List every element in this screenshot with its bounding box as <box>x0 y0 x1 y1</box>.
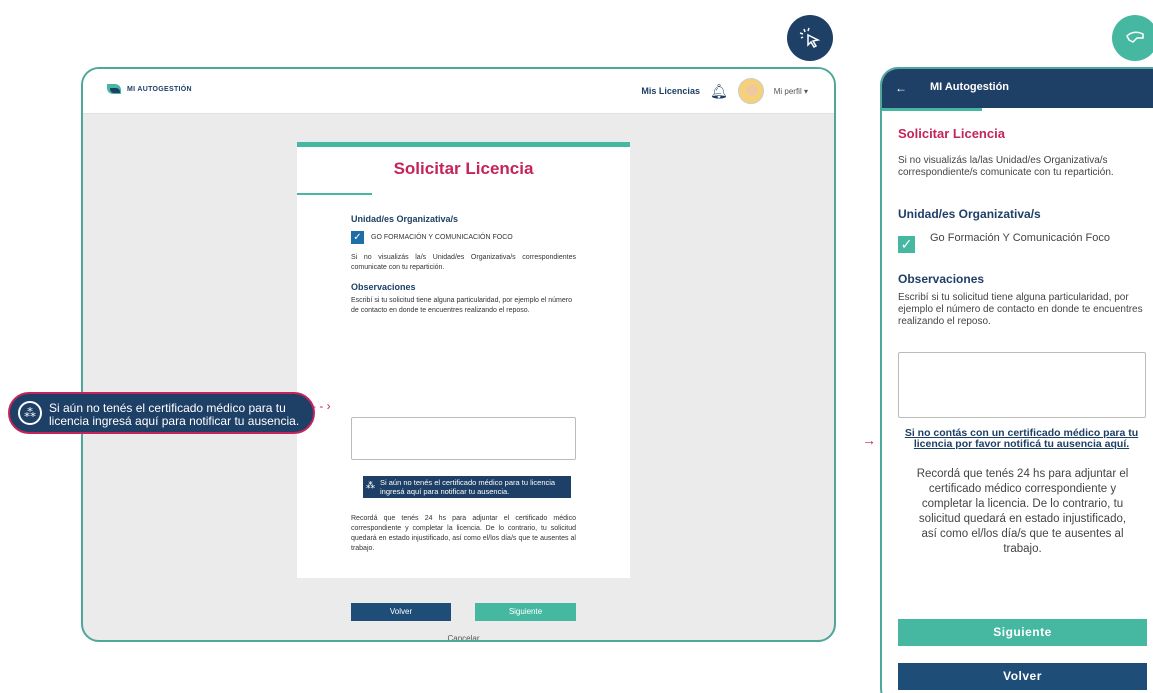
siguiente-button[interactable]: Siguiente <box>475 603 576 621</box>
volver-button[interactable]: Volver <box>351 603 451 621</box>
click-icon: ⁂ <box>366 480 375 490</box>
logo-mark-icon <box>107 84 121 94</box>
mobile-title: Solicitar Licencia <box>898 126 1005 141</box>
mobile-header-title: MI Autogestión <box>930 81 1010 93</box>
solicitar-card: Solicitar Licencia Unidad/es Organizativ… <box>297 142 630 640</box>
profile-menu[interactable]: Mi perfil ▾ <box>774 87 808 96</box>
callout-text: Si aún no tenés el certificado médico pa… <box>49 401 300 428</box>
hand-touch-icon <box>1112 15 1153 61</box>
mobile-unidad-note: Si no visualizás la/las Unidad/es Organi… <box>898 155 1114 178</box>
mobile-unidad-checkbox-label: Go Formación Y Comunicación Foco <box>930 232 1110 244</box>
banner-text: Si aún no tenés el certificado médico pa… <box>380 478 556 496</box>
mobile-siguiente-button[interactable]: Siguiente <box>898 619 1147 646</box>
observaciones-heading: Observaciones <box>351 282 416 292</box>
logo-text: MI AUTOGESTIÓN <box>127 85 192 93</box>
checkbox-checked-icon[interactable]: ✓ <box>898 236 915 253</box>
checkbox-checked-icon[interactable]: ✓ <box>351 231 364 244</box>
card-title: Solicitar Licencia <box>393 159 534 178</box>
profile-label: Mi perfil <box>773 86 802 96</box>
notificar-ausencia-link[interactable]: Si no contás con un certificado médico p… <box>900 428 1143 450</box>
chevron-down-icon: ▾ <box>803 86 808 96</box>
unidad-section: Unidad/es Organizativa/s ✓ GO FORMACIÓN … <box>351 214 576 316</box>
mobile-header: ← MI Autogestión <box>882 69 1153 108</box>
mobile-observaciones-help: Escribí si tu solicitud tiene alguna par… <box>898 292 1143 327</box>
mobile-volver-button[interactable]: Volver <box>898 663 1147 690</box>
avatar[interactable] <box>737 78 764 104</box>
unidad-note: Si no visualizás la/s Unidad/es Organiza… <box>351 254 576 271</box>
mobile-frame: ← MI Autogestión Solicitar Licencia Si n… <box>880 67 1153 693</box>
unidad-checkbox-label: GO FORMACIÓN Y COMUNICACIÓN FOCO <box>371 234 513 241</box>
click-icon: ⁂ <box>18 401 42 425</box>
top-bar: MI AUTOGESTIÓN Mis Licencias 🔔︎ Mi perfi… <box>83 69 834 114</box>
nav-mis-licencias[interactable]: Mis Licencias <box>641 86 700 96</box>
back-arrow-icon[interactable]: ← <box>895 81 907 95</box>
recuerda-text: Recordá que tenés 24 hs para adjuntar el… <box>351 515 576 552</box>
cancelar-link[interactable]: Cancelar <box>351 634 576 640</box>
unidad-heading: Unidad/es Organizativa/s <box>351 214 459 224</box>
mobile-observaciones-heading: Observaciones <box>898 272 985 286</box>
observaciones-textarea[interactable] <box>351 417 576 460</box>
top-right-nav: Mis Licencias 🔔︎ Mi perfil ▾ <box>641 78 808 104</box>
mobile-recuerda-text: Recordá que tenés 24 hs para adjuntar el… <box>916 468 1129 555</box>
header-underline <box>882 108 982 111</box>
title-underline <box>297 193 372 195</box>
bell-icon[interactable]: 🔔︎ <box>710 83 728 100</box>
cursor-click-icon <box>787 15 833 61</box>
observaciones-help: Escribí si tu solicitud tiene alguna par… <box>351 297 573 314</box>
logo[interactable]: MI AUTOGESTIÓN <box>107 84 192 94</box>
dashed-arrow-icon: - - › <box>312 399 331 413</box>
mobile-unidad-heading: Unidad/es Organizativa/s <box>898 207 1041 221</box>
mobile-observaciones-textarea[interactable] <box>898 352 1146 418</box>
certificado-banner[interactable]: ⁂ Si aún no tenés el certificado médico … <box>363 476 571 498</box>
unidad-option[interactable]: ✓ GO FORMACIÓN Y COMUNICACIÓN FOCO <box>351 231 576 244</box>
arrow-right-icon: → <box>862 432 876 448</box>
desktop-frame: MI AUTOGESTIÓN Mis Licencias 🔔︎ Mi perfi… <box>81 67 836 642</box>
callout-banner: ⁂ Si aún no tenés el certificado médico … <box>8 392 315 434</box>
